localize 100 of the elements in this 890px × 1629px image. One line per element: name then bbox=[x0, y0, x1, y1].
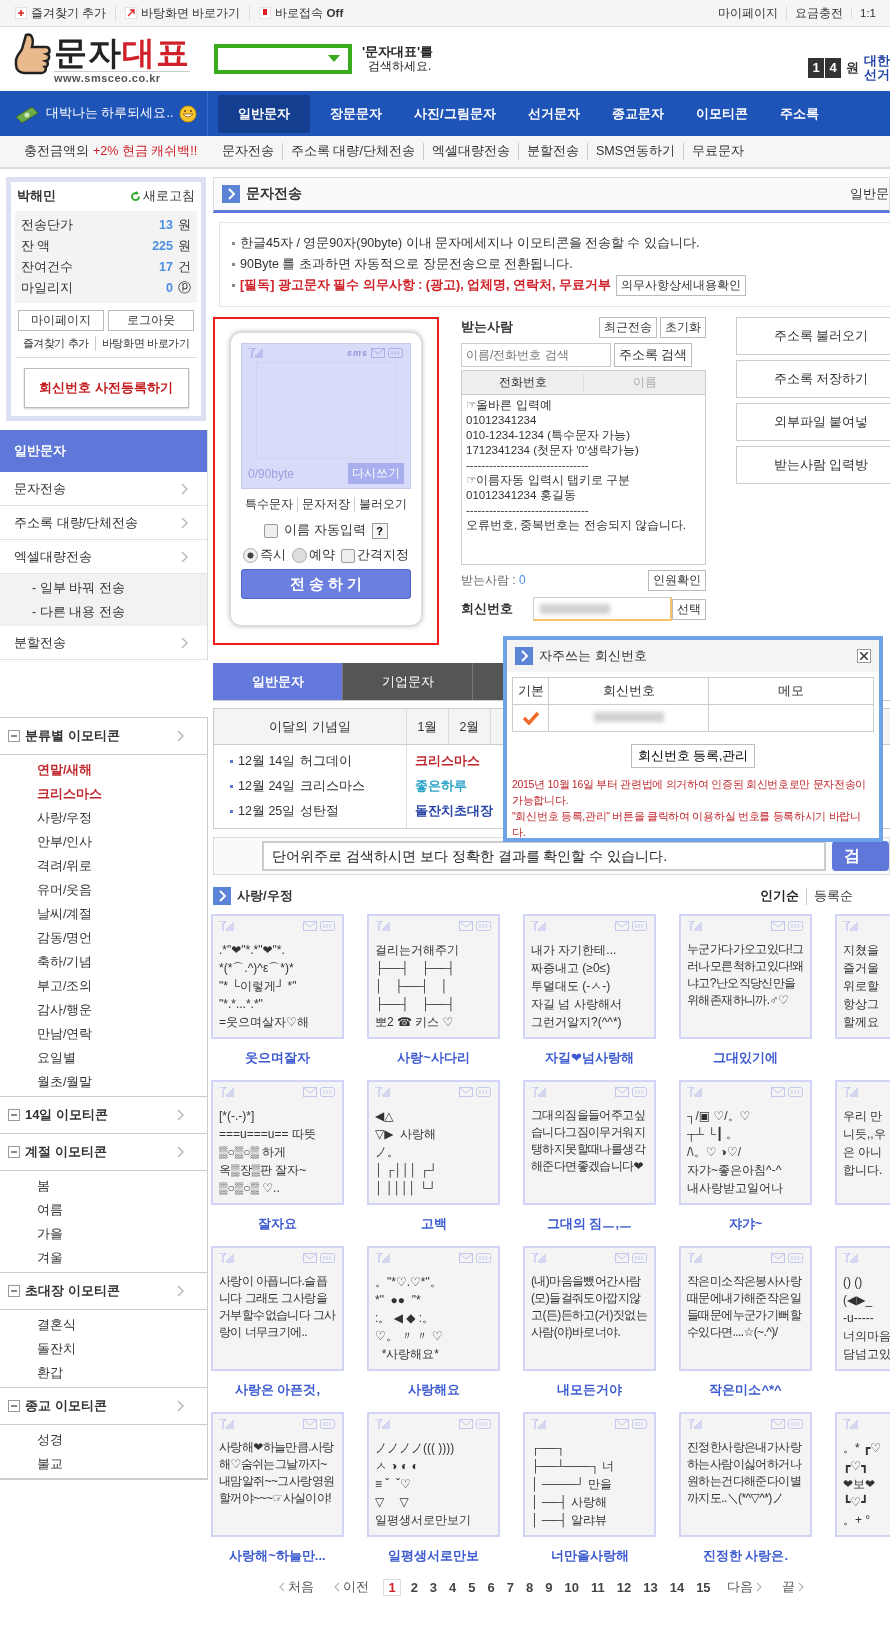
search-hint: 검색하세요. bbox=[367, 59, 433, 73]
emoticon-text: ┐/▣ ♡/。♡ bbox=[687, 1108, 752, 1125]
notice-text: 90Byte 를 초과하면 자동적으로 장문전송으로 전환됩니다. bbox=[240, 256, 573, 273]
emoticon-text: │ ││││ └┘ bbox=[375, 1180, 438, 1197]
emoticon-text: 할께요 bbox=[843, 1014, 880, 1031]
emoticon-text: ===u===u== 따뜻 bbox=[219, 1126, 317, 1143]
emoticon-text: 짜증내고 (≥0≤) bbox=[531, 960, 612, 977]
account-value: 225 bbox=[152, 239, 173, 253]
emoticon-text: *(*⌒.^)^ε⌒*)* bbox=[219, 960, 295, 977]
emoticon-text: ❤보❤ bbox=[843, 1476, 877, 1493]
promo-text: +2% 현금 캐쉬백!! bbox=[93, 144, 198, 158]
emoticon-text: "*.*...*.*" bbox=[219, 996, 264, 1013]
emoticon-text: *사랑해요* bbox=[380, 1346, 440, 1363]
emoticon-text: ▒○▒○▒ ♡.. bbox=[219, 1180, 281, 1197]
example-text: 오류번호, 중복번호는 전송되지 않습니다. bbox=[466, 518, 687, 533]
column-header: 전화번호 bbox=[497, 374, 548, 391]
emoticon-text: 옥▒장▒판 잘자~ bbox=[219, 1162, 308, 1179]
emoticon-text: ┬┴ └┃ 。 bbox=[687, 1125, 740, 1143]
emoticon-text: 내사랑받고일어나 bbox=[687, 1180, 784, 1197]
price-digit: 1 bbox=[808, 58, 824, 78]
emoticon-text: ◀△ bbox=[375, 1108, 395, 1125]
column-header: 기본 bbox=[512, 677, 549, 705]
emoticon-text: ├──┤ ├──┤ bbox=[375, 996, 456, 1013]
emoticon-text: 합니다. bbox=[843, 1162, 884, 1179]
emoticon-text: 작은미소작은봉사사랑때문에내가해준작은일들때문에누군가기뻐할수있다면....☆(~.^)/ bbox=[687, 1273, 803, 1341]
column-header: 회신번호 bbox=[548, 677, 709, 705]
byte-counter: 0/90byte bbox=[248, 466, 295, 481]
notice-text: "회신번호 등록,관리" 버튼을 클릭하여 이용하실 번호를 등록하시기 바랍니다. bbox=[512, 809, 862, 840]
option-label: 이름 자동입력 bbox=[284, 522, 366, 539]
table-header: 이달의 기념일 bbox=[214, 709, 407, 744]
sms-label: sms bbox=[347, 348, 368, 358]
user-name: 박해민 bbox=[17, 188, 56, 205]
field-label: 받는사람 bbox=[461, 319, 513, 336]
example-text: ☞이름자동 입력시 탭키로 구분 bbox=[466, 473, 631, 488]
notice-text: 한글45자 / 영문90자(90byte) 이내 문자메세지나 이모티콘을 전송할 수 있습니다. bbox=[240, 235, 700, 252]
option-label: 즉시 bbox=[260, 547, 286, 564]
search-hint: '문자대표'를 bbox=[362, 45, 434, 59]
account-unit: ⓟ bbox=[178, 281, 191, 295]
emoticon-text: 즐거울 bbox=[843, 960, 880, 977]
greeting-text: 대박나는 하루되세요.. bbox=[46, 105, 174, 122]
emoticon-text: 은 아니 bbox=[843, 1144, 884, 1161]
emoticon-text: (내)마음을뺐어간사람(모)들걸줘도아깝지않고(든)든하고(거)짓없는사람(야)바로너야. bbox=[531, 1273, 648, 1341]
account-unit: 원 bbox=[178, 239, 191, 253]
price-digit: 4 bbox=[825, 58, 841, 78]
dialog-title: 자주쓰는 회신번호 bbox=[539, 647, 647, 665]
emoticon-text: 위로할 bbox=[843, 978, 880, 995]
emoticon-text: │ ──┤ 사랑해 bbox=[531, 1494, 608, 1511]
emoticon-text: /\。♡ ◑♡/ bbox=[687, 1144, 743, 1161]
emoticon-text: 누군가다가오고있다!그러나모른척하고있다!왜냐고?난오직당신만을위해존재하니까.♂♡ bbox=[687, 941, 804, 1009]
emoticon-text: │ ├──┤ │ bbox=[375, 978, 449, 995]
account-label: 마일리지 bbox=[21, 280, 73, 297]
option-label: 간격지정 bbox=[357, 547, 409, 564]
example-text: 010-1234-1234 (특수문자 가능) bbox=[466, 428, 632, 443]
emoticon-text: 지쳤을 bbox=[843, 942, 880, 959]
event-date: 12월 24일 bbox=[238, 778, 296, 795]
emoticon-text: 담넘고있 bbox=[843, 1346, 890, 1363]
emoticon-text: 그런거알지?(^^*) bbox=[531, 1014, 623, 1031]
emoticon-text: ┌──┐ bbox=[531, 1440, 566, 1457]
page-title: 문자전송 bbox=[246, 185, 302, 203]
notice-text: [필독] 광고문자 필수 의무사항 : (광고), 업체명, 연락처, 무료거부 bbox=[240, 277, 611, 294]
emoticon-text: -u----- bbox=[843, 1310, 875, 1327]
emoticon-text: () () bbox=[843, 1274, 864, 1291]
emoticon-text: ノ。 bbox=[375, 1144, 400, 1161]
emoticon-text: 사랑해❤하늘만큼.사랑해♡숨쉬는그날까지~내맘알쥐~~그사랑영원할꺼야~~~☞사실이야! bbox=[219, 1439, 336, 1507]
emoticon-text: =웃으며살자♡해 bbox=[219, 1014, 310, 1031]
emoticon-text: 투덜대도 (-ㅅ-) bbox=[531, 978, 612, 995]
emoticon-text: [*(-.-)*] bbox=[219, 1108, 256, 1125]
account-value: 17 bbox=[159, 260, 173, 274]
column-header: 메모 bbox=[708, 677, 874, 705]
emoticon-text: 자갸~좋은아침^-^ bbox=[687, 1162, 783, 1179]
recipient-count: 받는사람 : 0 bbox=[461, 572, 526, 589]
example-text: 01012341234 bbox=[466, 413, 538, 428]
emoticon-text: 내가 자기한테... bbox=[531, 942, 618, 959]
emoticon-text: ≡ ˇ ˇ♡ bbox=[375, 1476, 412, 1493]
account-label: 잔 액 bbox=[21, 238, 51, 255]
emoticon-text: 뽀2 ☎ 키스 ♡ bbox=[375, 1014, 455, 1031]
example-text: -------------------------------- bbox=[466, 458, 590, 473]
emoticon-text: ▒○▒○▒ 하게 bbox=[219, 1144, 288, 1161]
emoticon-text: ┏♡┓ bbox=[843, 1458, 870, 1475]
column-header: 이름 bbox=[583, 374, 705, 391]
emoticon-text: 걸리는거해주기 bbox=[375, 942, 460, 959]
example-text: -------------------------------- bbox=[466, 503, 590, 518]
section-title: 사랑/우정 bbox=[237, 887, 293, 905]
event-date: 12월 25일 bbox=[238, 803, 296, 820]
emoticon-text: 。"*♡.♡*"。 bbox=[375, 1274, 443, 1291]
notice-text: 2015년 10월 16일 부터 관련법에 의거하여 인증된 회신번호로만 문자전송이 가능합니다. bbox=[512, 777, 868, 808]
emoticon-text: ├──┴───┐ 너 bbox=[531, 1458, 616, 1475]
emoticon-text: │ ──┤ 알랴뷰 bbox=[531, 1512, 608, 1529]
emoticon-text: .*"❤"*.*"❤"*. bbox=[219, 942, 286, 959]
emoticon-text: "* └이렇게┘ *" bbox=[219, 978, 298, 995]
account-value: 13 bbox=[159, 218, 173, 232]
emoticon-text: 우리 만 bbox=[843, 1108, 884, 1125]
option-label: 예약 bbox=[309, 547, 335, 564]
field-label: 회신번호 bbox=[461, 600, 514, 618]
emoticon-text: 항상그 bbox=[843, 996, 880, 1013]
account-unit: 건 bbox=[178, 260, 191, 274]
example-text: 1712341234 (첫문자 '0'생략가능) bbox=[466, 443, 640, 458]
emoticon-text: │ ────┘ 만을 bbox=[531, 1476, 613, 1493]
emoticon-text: ♡。 〃 〃 ♡ bbox=[375, 1328, 444, 1345]
price-unit: 원 bbox=[846, 59, 859, 77]
